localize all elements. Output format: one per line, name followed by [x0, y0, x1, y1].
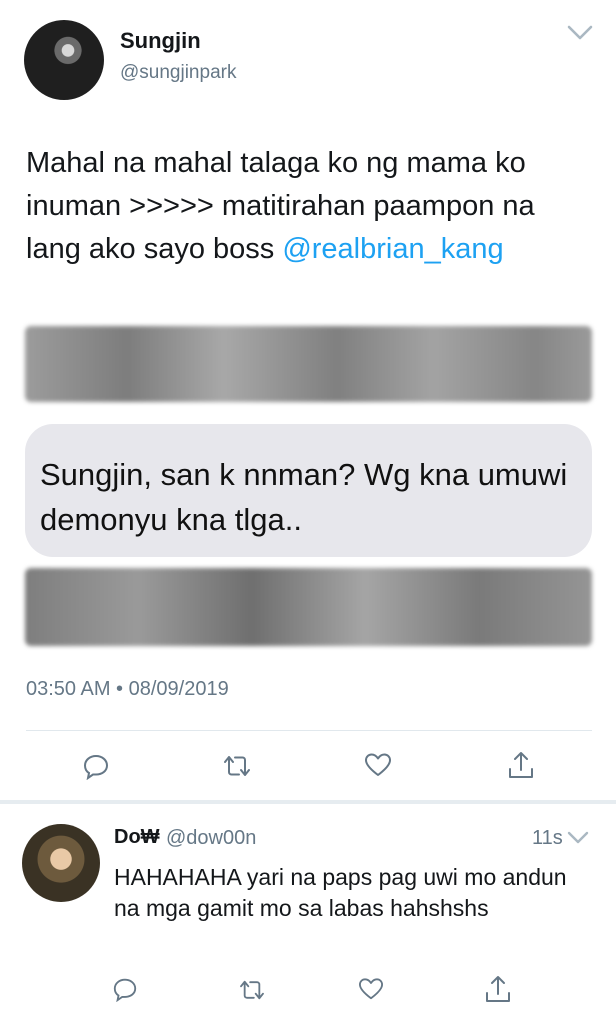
reply-share-icon[interactable] — [484, 974, 512, 1004]
reply-reply-icon[interactable] — [112, 976, 138, 1002]
chevron-down-icon[interactable] — [566, 24, 594, 42]
heart-icon[interactable] — [364, 752, 392, 778]
reply-time: 11s — [532, 827, 563, 849]
reply-author-avatar[interactable] — [22, 824, 100, 902]
reply-author-name[interactable]: Do₩ — [114, 826, 160, 849]
reply-retweet-icon[interactable] — [237, 979, 267, 1001]
tweet-timestamp: 03:50 AM • 08/09/2019 — [26, 678, 229, 700]
author-name[interactable]: Sungjin — [120, 28, 201, 54]
reply-heart-icon[interactable] — [358, 977, 384, 1001]
reply-text: HAHAHAHA yari na paps pag uwi mo andun n… — [114, 864, 567, 921]
tweet-separator — [0, 800, 616, 804]
retweet-icon[interactable] — [221, 754, 253, 778]
reply-icon[interactable] — [82, 752, 110, 780]
tweet-text: Mahal na mahal talaga ko ng mama ko inum… — [26, 142, 592, 271]
author-avatar[interactable] — [24, 20, 104, 100]
author-handle[interactable]: @sungjinpark — [120, 62, 236, 84]
mention-link[interactable]: @realbrian_kang — [282, 233, 503, 265]
divider — [26, 730, 592, 731]
message-bubble-text: Sungjin, san k nnman? Wg kna umuwi demon… — [40, 457, 568, 537]
share-icon[interactable] — [507, 750, 535, 780]
reply-author-handle[interactable]: @dow00n — [166, 827, 256, 850]
blurred-message-top — [25, 326, 592, 402]
reply-chevron-down-icon[interactable] — [566, 830, 590, 846]
blurred-message-bottom — [25, 568, 592, 646]
